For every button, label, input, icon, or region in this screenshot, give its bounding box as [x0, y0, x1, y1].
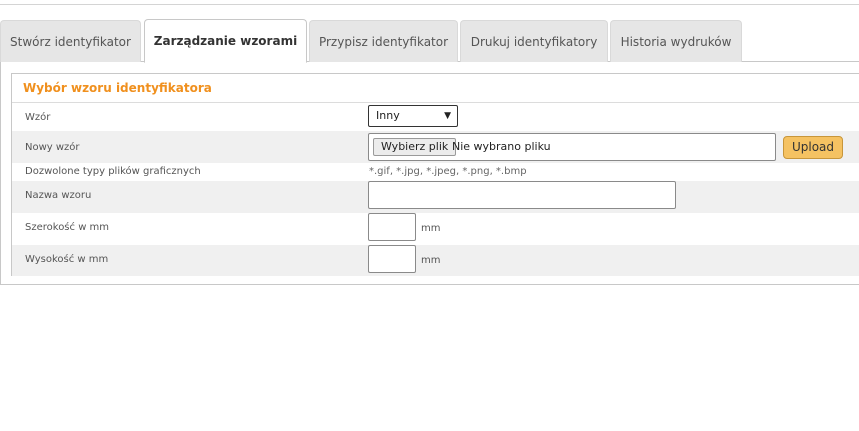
- template-select-value: Inny: [376, 109, 400, 122]
- template-name-label: Nazwa wzoru: [25, 190, 92, 201]
- tab-create-id[interactable]: Stwórz identyfikator: [0, 20, 141, 62]
- width-input[interactable]: [368, 213, 416, 241]
- file-input[interactable]: Wybierz plik Nie wybrano pliku: [368, 133, 776, 161]
- chevron-down-icon: ▼: [444, 111, 451, 121]
- height-unit: mm: [421, 255, 441, 266]
- height-label: Wysokość w mm: [25, 254, 109, 265]
- file-status-text: Nie wybrano pliku: [452, 140, 551, 153]
- tab-print-history[interactable]: Historia wydruków: [610, 20, 742, 62]
- template-selection-panel: Wybór wzoru identyfikatora Wzór Inny ▼ N…: [11, 73, 859, 276]
- template-select[interactable]: Inny ▼: [368, 105, 458, 127]
- width-unit: mm: [421, 223, 441, 234]
- choose-file-button[interactable]: Wybierz plik: [373, 138, 457, 156]
- height-input[interactable]: [368, 245, 416, 273]
- tab-template-management[interactable]: Zarządzanie wzorami: [144, 19, 307, 63]
- upload-button[interactable]: Upload: [783, 136, 843, 159]
- template-label: Wzór: [25, 112, 51, 123]
- top-divider: [0, 4, 859, 5]
- panel-title: Wybór wzoru identyfikatora: [23, 81, 212, 95]
- allowed-types-value: *.gif, *.jpg, *.jpeg, *.png, *.bmp: [369, 166, 527, 177]
- new-template-label: Nowy wzór: [25, 142, 80, 153]
- width-label: Szerokość w mm: [25, 222, 110, 233]
- template-name-input[interactable]: [368, 181, 676, 209]
- tab-print-ids[interactable]: Drukuj identyfikatory: [460, 20, 608, 62]
- tab-assign-id[interactable]: Przypisz identyfikator: [309, 20, 458, 62]
- allowed-types-label: Dozwolone typy plików graficznych: [25, 166, 201, 177]
